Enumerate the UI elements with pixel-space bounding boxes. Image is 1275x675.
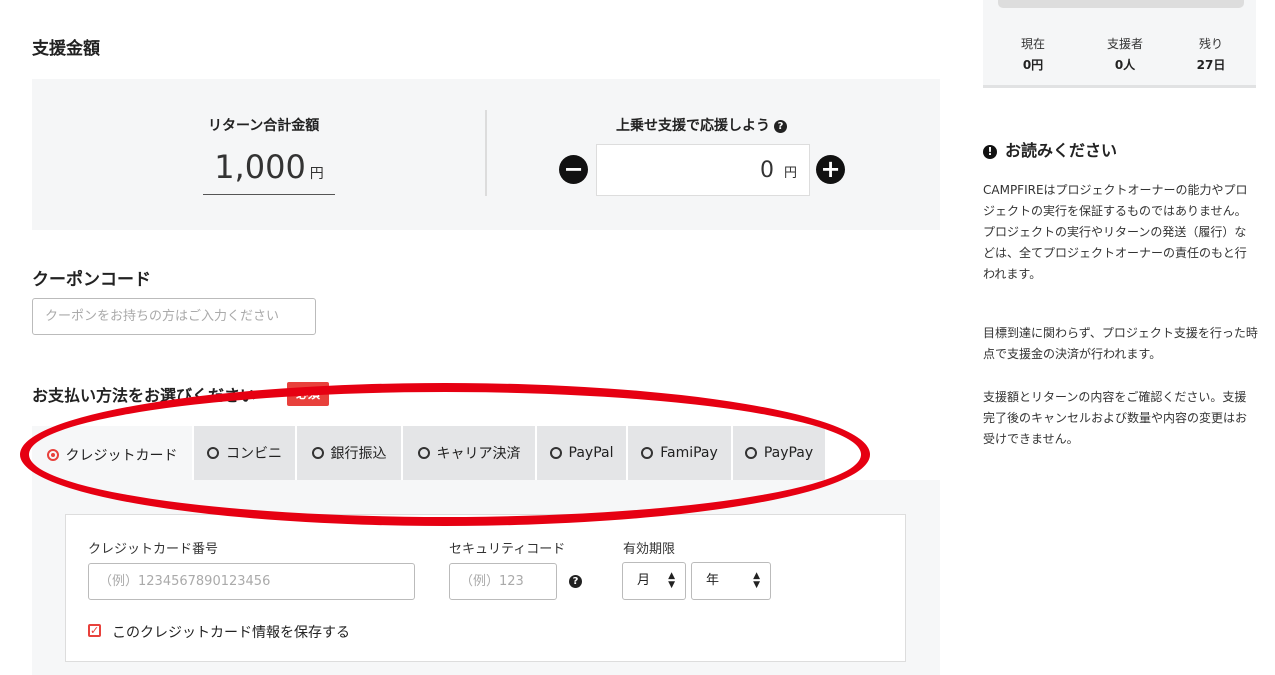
extra-amount-input[interactable]: 0円: [596, 144, 810, 196]
minus-icon: −: [563, 155, 584, 183]
extra-support-label-text: 上乗せ支援で応援しよう: [616, 118, 770, 134]
tab-label: PayPal: [568, 445, 614, 461]
tab-label: FamiPay: [660, 445, 718, 461]
radio-icon: [641, 447, 654, 459]
expiry-label: 有効期限: [623, 542, 676, 557]
extra-amount-value: 0: [759, 158, 774, 183]
security-code-label: セキュリティコード: [449, 542, 566, 557]
required-badge: 必須: [287, 382, 329, 406]
save-card-label: このクレジットカード情報を保存する: [112, 625, 350, 641]
payment-method-title: お支払い方法をお選びください: [32, 386, 257, 405]
notice-paragraph: 支援額とリターンの内容をご確認ください。支援完了後のキャンセルおよび数量や内容の…: [983, 390, 1248, 446]
notice-title-text: お読みください: [1005, 141, 1118, 160]
return-total-display: 1,000 円: [203, 148, 335, 195]
tab-label: キャリア決済: [436, 446, 521, 462]
tab-label: PayPay: [763, 445, 814, 461]
radio-icon: [417, 447, 430, 459]
tab-label: コンビニ: [226, 446, 282, 462]
tab-bank-transfer[interactable]: 銀行振込: [297, 426, 401, 480]
coupon-input[interactable]: [32, 298, 316, 335]
tab-paypal[interactable]: PayPal: [537, 426, 626, 480]
exclamation-icon: !: [983, 145, 997, 159]
coupon-title: クーポンコード: [32, 270, 151, 290]
stat-value: 0人: [1114, 58, 1136, 72]
return-total-label: リターン合計金額: [208, 118, 320, 134]
notice-title: ! お読みください: [983, 137, 1117, 161]
question-icon[interactable]: ?: [774, 120, 787, 133]
tab-famipay[interactable]: FamiPay: [628, 426, 731, 480]
extra-support-label: 上乗せ支援で応援しよう?: [616, 115, 787, 135]
radio-icon: [549, 447, 562, 459]
sort-arrows-icon: ▲ ▼: [753, 571, 760, 590]
expiry-month-value: 月: [637, 573, 651, 588]
radio-icon: [744, 447, 757, 459]
plus-icon: +: [820, 155, 841, 183]
sort-arrows-icon: ▲ ▼: [668, 571, 675, 590]
card-number-input[interactable]: [88, 563, 415, 600]
return-total-value: 1,000: [214, 148, 306, 186]
question-icon[interactable]: ?: [569, 575, 582, 588]
notice-paragraph: 目標到達に関わらず、プロジェクト支援を行った時点で支援金の決済が行われます。: [983, 326, 1258, 361]
stat-current: 現在 0円: [1003, 35, 1063, 73]
radio-icon: [311, 447, 324, 459]
extra-amount-yen: 円: [783, 166, 797, 181]
radio-icon: [207, 447, 219, 459]
expiry-year-value: 年: [706, 573, 720, 588]
amount-divider: [485, 110, 487, 196]
radio-selected-icon: [46, 449, 59, 461]
return-total-yen: 円: [309, 166, 324, 182]
stat-supporters: 支援者 0人: [1095, 35, 1155, 73]
decrease-amount-button[interactable]: −: [559, 155, 588, 184]
stat-label: 現在: [1020, 37, 1045, 51]
security-code-input[interactable]: [449, 563, 557, 600]
save-card-checkbox[interactable]: ✓: [88, 624, 101, 637]
tab-carrier-billing[interactable]: キャリア決済: [403, 426, 535, 480]
stat-label: 残り: [1198, 37, 1223, 51]
expiry-month-select[interactable]: 月 ▲ ▼: [622, 562, 686, 600]
stat-value: 0円: [1022, 58, 1044, 72]
tab-credit-card[interactable]: クレジットカード: [32, 426, 192, 484]
tab-label: 銀行振込: [330, 446, 387, 462]
increase-amount-button[interactable]: +: [816, 155, 845, 184]
notice-paragraph: CAMPFIREはプロジェクトオーナーの能力やプロジェクトの実行を保証するもので…: [983, 183, 1248, 281]
stat-label: 支援者: [1106, 37, 1143, 51]
stat-value: 27日: [1196, 58, 1226, 72]
support-amount-title: 支援金額: [32, 39, 100, 59]
progress-bar: [998, 0, 1244, 8]
expiry-year-select[interactable]: 年 ▲ ▼: [691, 562, 771, 600]
tab-label: クレジットカード: [65, 448, 178, 464]
tab-paypay[interactable]: PayPay: [733, 426, 825, 480]
tab-convenience-store[interactable]: コンビニ: [194, 426, 295, 480]
stat-remaining: 残り 27日: [1181, 35, 1241, 73]
card-number-label: クレジットカード番号: [88, 542, 219, 557]
